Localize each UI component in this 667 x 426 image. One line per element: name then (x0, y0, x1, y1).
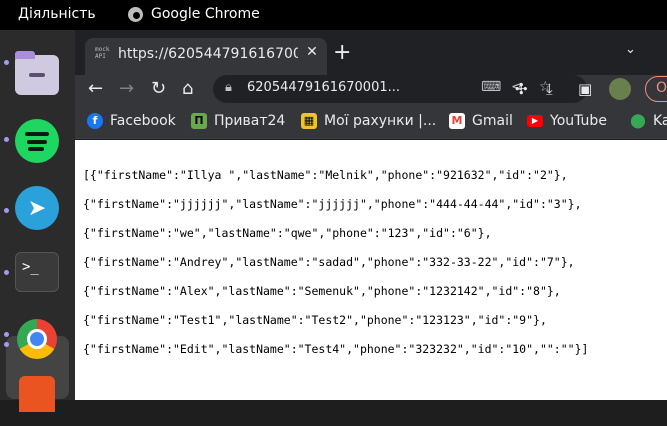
files-icon (15, 51, 59, 95)
app-menu[interactable]: Google Chrome (128, 6, 260, 22)
address-bar[interactable]: 🔒︎ 62054479161670001... ⌨︎ ⋖ ☆ (213, 75, 587, 103)
dock-item-app-store[interactable] (12, 376, 62, 426)
dock-item-files[interactable] (12, 50, 62, 100)
json-line: {"firstName":"we","lastName":"qwe","phon… (83, 225, 492, 240)
dock: ➤ >_ (0, 30, 75, 412)
bookmark-label: YouTube (550, 113, 607, 129)
forward-button[interactable]: → (119, 78, 134, 100)
translate-icon[interactable]: ⌨︎ (481, 79, 501, 95)
url-text[interactable]: 62054479161670001... (247, 80, 400, 95)
dock-item-google-chrome[interactable] (12, 314, 62, 364)
page-content: [{"firstName":"Illya ","lastName":"Melni… (75, 140, 667, 400)
tab-search-icon[interactable]: ⌄ (625, 42, 636, 57)
telegram-icon: ➤ (15, 186, 59, 230)
activities-button[interactable]: Діяльність (18, 6, 96, 22)
top-bar: Діяльність Google Chrome (0, 0, 667, 30)
lock-icon: 🔒︎ (225, 80, 232, 95)
maps-icon: ⬤ (630, 113, 646, 129)
extensions-icon[interactable]: ✣ (515, 78, 528, 100)
side-panel-icon[interactable]: ▣ (578, 78, 592, 100)
json-line: {"firstName":"Edit","lastName":"Test4","… (83, 341, 589, 356)
json-line: {"firstName":"jjjjjj","lastName":"jjjjjj… (83, 196, 582, 211)
bookmark-facebook[interactable]: f Facebook (87, 113, 176, 129)
json-line: {"firstName":"Test1","lastName":"Test2",… (83, 312, 547, 327)
mockapi-favicon-icon: mock API (95, 46, 110, 60)
new-tab-button[interactable]: + (333, 40, 351, 65)
running-indicator (4, 332, 9, 337)
running-indicator (4, 60, 9, 65)
json-line: [{"firstName":"Illya ","lastName":"Melni… (83, 167, 568, 182)
profile-avatar[interactable] (609, 78, 631, 100)
bookmark-maps[interactable]: ⬤ Ka (630, 113, 667, 129)
bookmark-label: Мої рахунки |... (324, 113, 437, 129)
bookmark-privat24[interactable]: П Приват24 (191, 113, 285, 129)
facebook-icon: f (87, 113, 103, 129)
bookmark-accounts[interactable]: ▦ Мої рахунки |... (301, 113, 436, 129)
json-line: {"firstName":"Andrey","lastName":"sadad"… (83, 254, 575, 269)
app-store-icon (19, 376, 55, 412)
reload-button[interactable]: ↻ (151, 78, 166, 100)
gmail-icon: M (449, 113, 465, 129)
tab-close-icon[interactable]: ✕ (303, 44, 321, 62)
browser-toolbar: ← → ↻ ⌂ 🔒︎ 62054479161670001... ⌨︎ ⋖ ☆ ✣… (75, 75, 667, 105)
privat24-icon: П (191, 113, 207, 129)
tab-title: https://620544791616700 (118, 46, 298, 62)
json-response: [{"firstName":"Illya ","lastName":"Melni… (83, 153, 588, 385)
tab-strip: mock API https://620544791616700 ✕ + ⌄ (75, 30, 667, 75)
running-indicator (4, 270, 9, 275)
running-indicator (4, 137, 9, 142)
json-line: {"firstName":"Alex","lastName":"Semenuk"… (83, 283, 561, 298)
google-chrome-icon (17, 319, 57, 359)
bookmark-label: Facebook (110, 113, 176, 129)
dock-item-telegram[interactable]: ➤ (12, 183, 62, 233)
chrome-icon (128, 6, 143, 22)
accounts-icon: ▦ (301, 113, 317, 129)
download-icon[interactable]: ⤓ (546, 78, 553, 100)
youtube-icon: ▶ (527, 115, 543, 127)
home-button[interactable]: ⌂ (182, 78, 193, 100)
running-indicator (4, 208, 9, 213)
tab-active[interactable]: mock API https://620544791616700 ✕ (85, 38, 327, 75)
app-name: Google Chrome (151, 6, 260, 22)
spotify-icon (15, 119, 59, 163)
update-button[interactable]: Он (645, 76, 667, 102)
bookmark-label: Gmail (472, 113, 513, 129)
dock-item-spotify[interactable] (12, 116, 62, 166)
bookmark-label: Ka (653, 113, 667, 129)
dock-item-terminal[interactable]: >_ (12, 247, 62, 297)
terminal-icon: >_ (15, 252, 59, 292)
bookmark-youtube[interactable]: ▶ YouTube (527, 113, 607, 129)
bookmarks-bar: f Facebook П Приват24 ▦ Мої рахунки |...… (75, 105, 667, 139)
bookmark-label: Приват24 (214, 113, 286, 129)
bookmark-gmail[interactable]: M Gmail (449, 113, 513, 129)
back-button[interactable]: ← (88, 78, 103, 100)
running-indicator (4, 342, 9, 347)
